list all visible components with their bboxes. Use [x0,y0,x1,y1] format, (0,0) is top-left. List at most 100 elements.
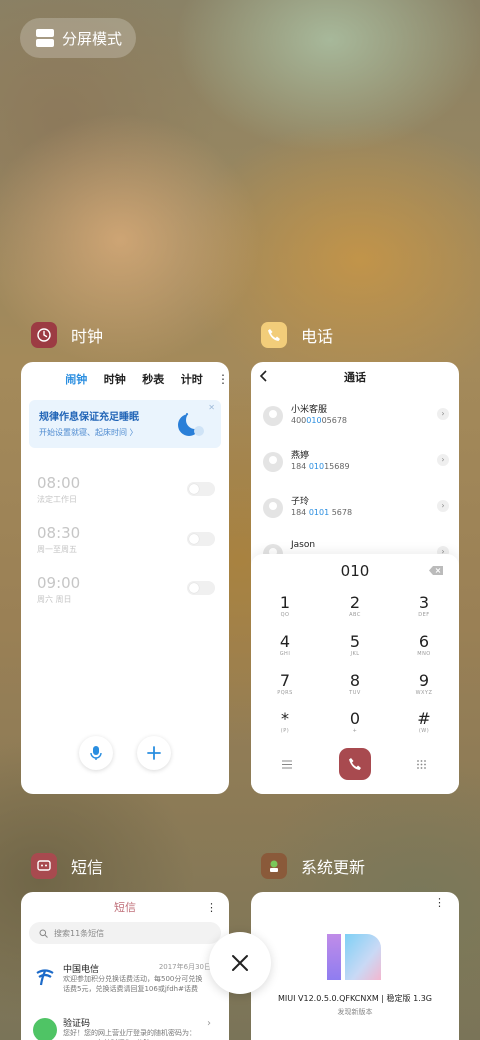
dial-key-0[interactable]: 0 + [335,710,375,735]
alarm-time: 08:30 [37,524,81,542]
contact-number: 184 0101 5678 [291,508,353,517]
sms-header: 短信 ⋮ [21,892,229,922]
list-item[interactable]: 中国电信 2017年6月30日 欢迎参加积分兑换话费活动，每500分可兑换话费5… [31,960,219,1006]
voice-alarm-button[interactable] [79,736,113,770]
more-options-icon[interactable]: ⋮ [206,901,217,914]
message-date: 2017年6月30日 [158,963,211,971]
contact-item[interactable]: 子玲 184 0101 5678 › [263,492,449,524]
phone-call-icon [349,758,361,770]
phone-handset-icon [261,322,287,348]
add-alarm-button[interactable] [137,736,171,770]
contact-name: 燕婷 [291,451,310,461]
avatar [263,498,283,518]
phone-header: 通话 [251,362,459,392]
contact-item[interactable]: 小米客服 40001005678 › [263,400,449,432]
dial-key-8[interactable]: 8 TUV [335,672,375,697]
dial-key-6[interactable]: 6 MNO [404,633,444,658]
sms-app-header[interactable]: 短信 [31,853,103,879]
clock-app-card[interactable]: 闹钟 时钟 秒表 计时 ⋮ 规律作息保证充足睡眠 开始设置就寝、起床时间 〉 ✕… [21,362,229,794]
alarm-toggle[interactable] [187,581,215,595]
tab-alarm[interactable]: 闹钟 [57,371,96,387]
dial-key-2[interactable]: 2 ABC [335,594,375,619]
message-icon [31,853,57,879]
search-icon [39,929,48,938]
alarm-item[interactable]: 08:00 法定工作日 [37,474,80,505]
contact-number: 184 01015689 [291,462,350,471]
dial-key-star[interactable]: * (P) [265,710,305,735]
split-screen-button[interactable]: 分屏模式 [20,18,136,58]
sms-title: 短信 [114,901,136,914]
dialpad-toggle-icon[interactable] [417,760,426,769]
close-icon [232,955,248,971]
dial-key-7[interactable]: 7 PQRS [265,672,305,697]
dial-key-5[interactable]: 5 JKL [335,633,375,658]
update-app-header[interactable]: 系统更新 [261,853,365,879]
call-button[interactable] [339,748,371,780]
microphone-icon [90,746,102,760]
chevron-right-icon[interactable]: › [437,500,449,512]
tab-stopwatch[interactable]: 秒表 [134,371,173,387]
list-item[interactable]: 验证码 › 您好！您的网上营业厅登录的随机密码为：210679，有效时间为3分钟 [31,1014,219,1040]
message-preview: 欢迎参加积分兑换话费活动，每500分可兑换话费5元，兑换话费请回复106或jfd… [63,975,203,993]
clock-tabs: 闹钟 时钟 秒表 计时 ⋮ [21,364,229,394]
tab-timer[interactable]: 计时 [173,371,212,387]
alarm-item[interactable]: 09:00 周六 周日 [37,574,80,605]
clear-all-button[interactable] [209,932,271,994]
dial-input: 010 [340,562,370,580]
more-options-icon[interactable]: ⋮ [434,896,445,909]
tab-clock[interactable]: 时钟 [96,371,135,387]
clock-app-header[interactable]: 时钟 [31,322,103,348]
update-app-card[interactable]: ⋮ MIUI V12.0.5.0.QFKCNXM | 稳定版 1.3G 发现新版… [251,892,459,1040]
backspace-icon[interactable] [429,566,443,575]
chevron-right-icon[interactable]: › [437,454,449,466]
alarm-item[interactable]: 08:30 周一至周五 [37,524,80,555]
alarm-repeat: 周六 周日 [37,595,72,604]
alarm-toggle[interactable] [187,532,215,546]
dial-key-3[interactable]: 3 DEF [404,594,444,619]
dial-key-4[interactable]: 4 GHI [265,633,305,658]
alarm-toggle[interactable] [187,482,215,496]
update-version: MIUI V12.0.5.0.QFKCNXM | 稳定版 1.3G [277,994,433,1003]
alarm-time: 09:00 [37,574,81,592]
menu-icon[interactable] [282,760,292,769]
phone-app-name: 电话 [301,327,334,346]
dial-key-9[interactable]: 9 WXYZ [404,672,444,697]
dial-key-hash[interactable]: # (W) [404,710,444,735]
verification-code-icon [33,1018,57,1040]
sms-app-name: 短信 [71,858,104,877]
chevron-right-icon[interactable]: › [437,408,449,420]
china-telecom-logo-icon [33,964,57,988]
clock-icon [31,322,57,348]
dialpad: 010 1 QO 2 ABC 3 DEF 4 GHI 5 JKL 6 MNO 7 PQRS 8… [251,554,459,794]
clock-app-name: 时钟 [71,327,104,346]
contact-number: 40001005678 [291,416,348,425]
split-screen-icon [36,29,54,47]
split-screen-label: 分屏模式 [62,29,123,48]
alarm-repeat: 周一至周五 [37,545,77,554]
phone-title: 通话 [344,371,366,384]
contact-name: Jason [291,540,316,550]
phone-app-card[interactable]: 通话 小米客服 40001005678 › 燕婷 184 01015689 › … [251,362,459,794]
back-arrow-icon[interactable] [259,369,269,383]
dial-key-1[interactable]: 1 QO [265,594,305,619]
plus-icon [147,746,161,760]
message-preview: 您好！您的网上营业厅登录的随机密码为：210679，有效时间为3分钟 [63,1029,196,1040]
close-banner-icon[interactable]: ✕ [208,403,215,412]
update-status: 发现新版本 [337,1008,373,1016]
contact-name: 小米客服 [291,405,328,415]
phone-app-header[interactable]: 电话 [261,322,333,348]
avatar [263,452,283,472]
system-update-icon [261,853,287,879]
sms-search-placeholder: 搜索11条短信 [54,928,105,938]
contact-item[interactable]: 燕婷 184 01015689 › [263,446,449,478]
sms-app-card[interactable]: 短信 ⋮ 搜索11条短信 中国电信 2017年6月30日 欢迎参加积分兑换话费活… [21,892,229,1040]
sms-search-input[interactable]: 搜索11条短信 [29,922,221,944]
avatar [263,406,283,426]
contact-name: 子玲 [291,497,310,507]
moon-icon [178,411,204,436]
update-app-name: 系统更新 [301,858,366,877]
more-options-icon[interactable]: ⋮ [217,372,229,386]
sleep-banner[interactable]: 规律作息保证充足睡眠 开始设置就寝、起床时间 〉 ✕ [29,400,221,448]
miui-12-logo-icon [327,934,381,980]
alarm-repeat: 法定工作日 [37,495,77,504]
